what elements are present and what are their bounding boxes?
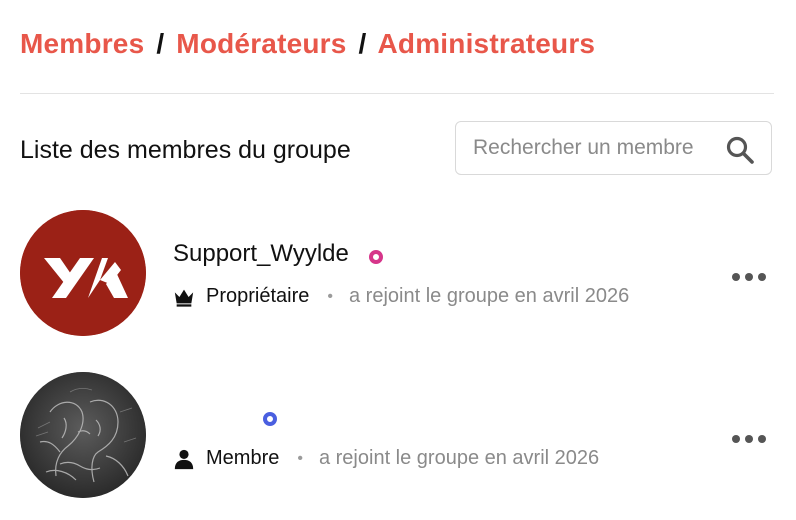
group-tabs: Membres / Modérateurs / Administrateurs [20, 28, 595, 60]
more-options-icon[interactable] [732, 267, 766, 287]
tab-moderators[interactable]: Modérateurs [176, 28, 346, 59]
meta-separator: • [297, 449, 303, 467]
tab-members[interactable]: Membres [20, 28, 144, 59]
tab-administrators[interactable]: Administrateurs [377, 28, 595, 59]
person-icon [174, 449, 194, 469]
header-divider [20, 93, 774, 94]
member-role: Membre [206, 447, 280, 469]
member-role: Propriétaire [206, 285, 310, 307]
page-title: Liste des membres du groupe [20, 136, 351, 164]
member-row[interactable]: Support_Wyylde Propriétaire • a rejoint … [20, 210, 776, 336]
member-name[interactable]: Support_Wyylde [173, 240, 349, 268]
online-status-icon [263, 412, 277, 426]
more-options-icon[interactable] [732, 429, 766, 449]
tab-separator: / [156, 28, 165, 59]
tab-separator: / [358, 28, 367, 59]
crown-icon [174, 289, 194, 307]
search-input[interactable] [473, 122, 723, 174]
member-meta: Membre • a rejoint le groupe en avril 20… [173, 447, 599, 470]
brand-logo-avatar [20, 210, 146, 336]
avatar[interactable] [20, 210, 146, 336]
online-status-icon [369, 250, 383, 264]
sketch-photo-avatar [20, 372, 146, 498]
member-row[interactable]: Membre • a rejoint le groupe en avril 20… [20, 372, 776, 498]
search-box [455, 121, 772, 175]
member-meta: Propriétaire • a rejoint le groupe en av… [173, 285, 629, 308]
member-joined-date: a rejoint le groupe en avril 2026 [349, 285, 630, 307]
avatar[interactable] [20, 372, 146, 498]
meta-separator: • [327, 287, 333, 305]
search-icon[interactable] [725, 135, 755, 165]
member-joined-date: a rejoint le groupe en avril 2026 [318, 447, 600, 469]
